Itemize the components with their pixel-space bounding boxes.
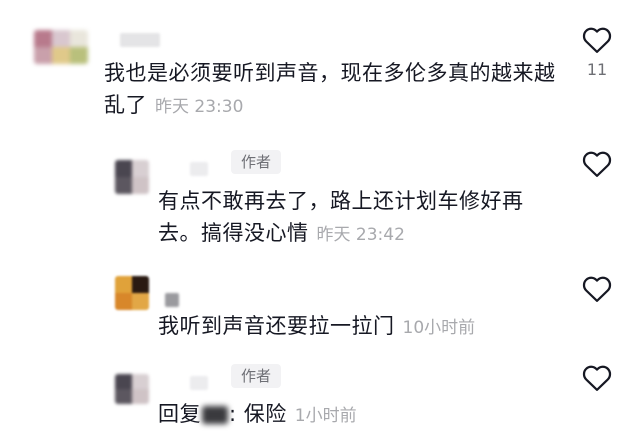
like-count: 11 [586, 60, 608, 79]
comment-text: 我也是必须要听到声音，现在多伦多真的越来越乱了 昨天 23:30 [104, 57, 564, 123]
heart-outline-icon [582, 151, 612, 177]
comment-text: 我听到声音还要拉一拉门 10小时前 [158, 310, 538, 344]
username-blurred[interactable] [120, 33, 160, 47]
like-button[interactable] [581, 150, 613, 178]
avatar[interactable] [34, 30, 88, 64]
comment-text: 有点不敢再去了，路上还计划车修好再去。搞得没心情 昨天 23:42 [158, 185, 538, 251]
comment-time: 昨天 23:42 [316, 225, 405, 245]
heart-outline-icon [582, 276, 612, 302]
comment-time: 昨天 23:30 [155, 97, 244, 117]
comment-content: : 保险 [229, 402, 287, 426]
mention-username-blurred[interactable] [202, 406, 228, 424]
comment-content: 我听到声音还要拉一拉门 [158, 314, 395, 338]
author-badge: 作者 [231, 364, 282, 388]
like-button[interactable]: 11 [581, 26, 613, 79]
comment-time: 1小时前 [294, 406, 357, 426]
username-blurred[interactable] [190, 162, 208, 176]
comment-text: 回复 : 保险 1小时前 [158, 398, 538, 432]
avatar[interactable] [115, 374, 149, 404]
like-button[interactable] [581, 364, 613, 392]
reply-prefix: 回复 [158, 402, 201, 426]
comment-time: 10小时前 [402, 318, 476, 338]
like-button[interactable] [581, 275, 613, 303]
avatar[interactable] [115, 276, 149, 310]
heart-outline-icon [582, 27, 612, 53]
username-blurred[interactable] [165, 293, 179, 307]
username-blurred[interactable] [190, 376, 208, 390]
avatar[interactable] [115, 160, 149, 194]
author-badge: 作者 [231, 150, 282, 174]
heart-outline-icon [582, 365, 612, 391]
